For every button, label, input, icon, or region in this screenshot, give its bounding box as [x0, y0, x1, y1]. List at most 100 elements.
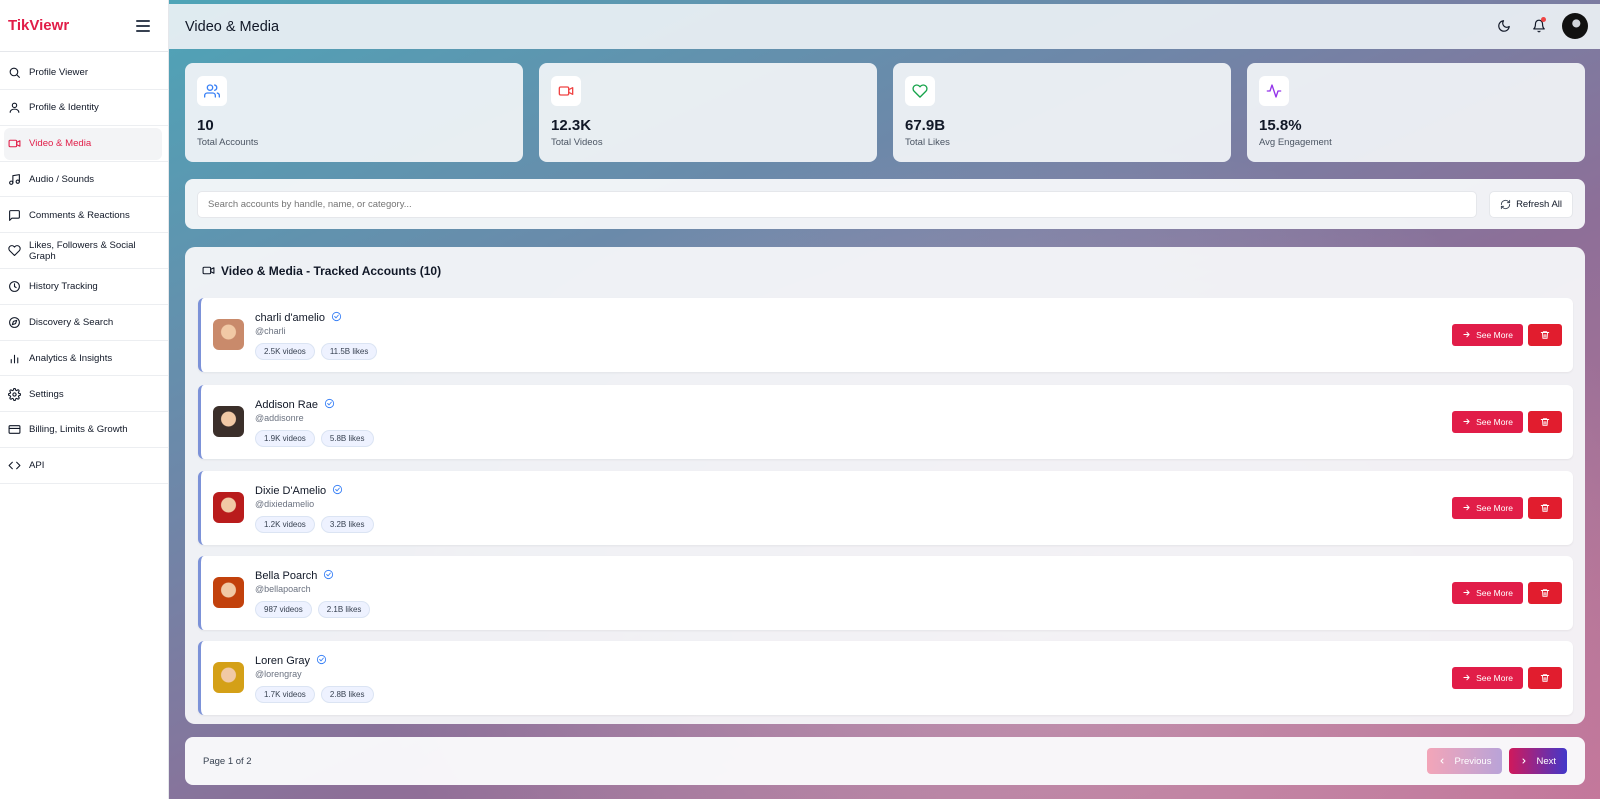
see-more-label: See More [1476, 673, 1513, 683]
notification-dot [1541, 17, 1546, 22]
stat-label: Total Likes [905, 137, 950, 148]
heart-icon [905, 76, 935, 106]
verified-icon [323, 569, 334, 583]
page-indicator: Page 1 of 2 [203, 755, 252, 767]
sidebar-item-label: Billing, Limits & Growth [29, 424, 128, 436]
next-button[interactable]: Next [1509, 748, 1567, 774]
next-label: Next [1536, 755, 1556, 767]
account-actions: See More [1452, 582, 1562, 604]
sidebar-item-api[interactable]: API [0, 450, 168, 484]
delete-button[interactable] [1528, 324, 1562, 346]
sidebar-item-label: Analytics & Insights [29, 352, 113, 364]
see-more-button[interactable]: See More [1452, 582, 1523, 604]
account-actions: See More [1452, 411, 1562, 433]
sidebar-item-profile-viewer[interactable]: Profile Viewer [0, 56, 168, 90]
arrow-right-icon [1462, 673, 1471, 684]
videos-count-badge: 1.7K videos [255, 686, 315, 703]
sidebar-item-label: Audio / Sounds [29, 173, 95, 185]
account-name[interactable]: Bella Poarch [255, 570, 317, 582]
sidebar-item-video-media[interactable]: Video & Media [0, 127, 168, 162]
see-more-button[interactable]: See More [1452, 667, 1523, 689]
main-area: Video & Media 10 Total Accounts 12.3K Total… [169, 0, 1600, 799]
sidebar-item-label: Video & Media [29, 138, 92, 150]
account-avatar [213, 662, 244, 693]
search-input[interactable] [197, 190, 1478, 218]
account-stats: 2.5K videos 11.5B likes [255, 343, 378, 360]
sidebar: TikViewr Profile Viewer Profile & Identit… [0, 0, 169, 799]
account-actions: See More [1452, 497, 1562, 519]
sidebar-item-discovery-search[interactable]: Discovery & Search [0, 307, 168, 341]
account-handle: @lorengray [255, 669, 302, 679]
sidebar-item-profile-identity[interactable]: Profile & Identity [0, 92, 168, 126]
likes-count-badge: 3.2B likes [320, 516, 374, 533]
account-avatar [213, 406, 244, 437]
sidebar-item-comments-reactions[interactable]: Comments & Reactions [0, 199, 168, 234]
video-icon [8, 137, 21, 150]
account-name[interactable]: Addison Rae [255, 399, 318, 411]
sidebar-item-label: Settings [29, 388, 64, 400]
account-card: Addison Rae @addisonre 1.9K videos 5.8B lik… [198, 385, 1573, 459]
account-name[interactable]: Dixie D'Amelio [255, 485, 326, 497]
credit-card-icon [8, 423, 21, 436]
sidebar-item-history-tracking[interactable]: History Tracking [0, 271, 168, 305]
sidebar-item-analytics-insights[interactable]: Analytics & Insights [0, 342, 168, 377]
verified-icon [324, 398, 335, 412]
see-more-button[interactable]: See More [1452, 324, 1523, 346]
likes-count-badge: 11.5B likes [320, 343, 378, 360]
stat-value: 67.9B [905, 117, 946, 134]
arrow-right-icon [1462, 588, 1471, 599]
sidebar-item-billing-limits-growth[interactable]: Billing, Limits & Growth [0, 414, 168, 448]
dark-mode-toggle-icon[interactable] [1496, 18, 1512, 34]
bell-icon[interactable] [1531, 17, 1547, 34]
delete-button[interactable] [1528, 582, 1562, 604]
account-name-row: Bella Poarch [255, 569, 334, 583]
user-avatar[interactable] [1562, 13, 1588, 39]
video-icon [202, 266, 215, 275]
see-more-button[interactable]: See More [1452, 411, 1523, 433]
account-name[interactable]: Loren Gray [255, 655, 310, 667]
compass-icon [8, 316, 21, 329]
likes-count-badge: 2.8B likes [320, 686, 374, 703]
chevron-left-icon [1440, 758, 1444, 764]
arrow-right-icon [1462, 330, 1471, 341]
delete-button[interactable] [1528, 667, 1562, 689]
likes-count-badge: 2.1B likes [317, 601, 371, 618]
previous-button[interactable]: Previous [1427, 748, 1503, 774]
delete-button[interactable] [1528, 411, 1562, 433]
bar-chart-icon [8, 352, 21, 365]
stats-row: 10 Total Accounts 12.3K Total Videos 67.9B To… [185, 63, 1585, 162]
menu-toggle-icon[interactable] [136, 19, 150, 32]
delete-button[interactable] [1528, 497, 1562, 519]
comment-icon [8, 209, 21, 222]
videos-count-badge: 2.5K videos [255, 343, 315, 360]
sidebar-item-likes-followers-social-graph[interactable]: Likes, Followers & Social Graph [0, 235, 168, 269]
search-panel: Refresh All [185, 179, 1585, 229]
trash-icon [1540, 671, 1550, 686]
stat-value: 15.8% [1259, 117, 1302, 134]
chevron-right-icon [1522, 758, 1526, 764]
stat-card: 15.8% Avg Engagement [1247, 63, 1585, 162]
refresh-all-label: Refresh All [1516, 198, 1562, 210]
heart-icon [8, 244, 21, 257]
video-icon [551, 76, 581, 106]
verified-icon [331, 311, 342, 325]
account-name[interactable]: charli d'amelio [255, 312, 325, 324]
videos-count-badge: 1.2K videos [255, 516, 315, 533]
see-more-label: See More [1476, 417, 1513, 427]
account-stats: 987 videos 2.1B likes [255, 601, 371, 618]
sidebar-item-label: Comments & Reactions [29, 209, 130, 221]
top-bar: Video & Media [169, 4, 1600, 49]
account-handle: @charli [255, 326, 286, 336]
stat-card: 12.3K Total Videos [539, 63, 877, 162]
see-more-button[interactable]: See More [1452, 497, 1523, 519]
likes-count-badge: 5.8B likes [320, 430, 374, 447]
brand-logo[interactable]: TikViewr [8, 17, 69, 34]
refresh-all-button[interactable]: Refresh All [1489, 190, 1573, 218]
stat-label: Total Videos [551, 137, 603, 148]
sidebar-item-audio-sounds[interactable]: Audio / Sounds [0, 163, 168, 198]
videos-count-badge: 987 videos [255, 601, 312, 618]
account-name-row: Dixie D'Amelio [255, 484, 343, 498]
trash-icon [1540, 586, 1550, 601]
accounts-panel-header: Video & Media - Tracked Accounts (10) [185, 247, 1585, 294]
sidebar-item-settings[interactable]: Settings [0, 378, 168, 413]
